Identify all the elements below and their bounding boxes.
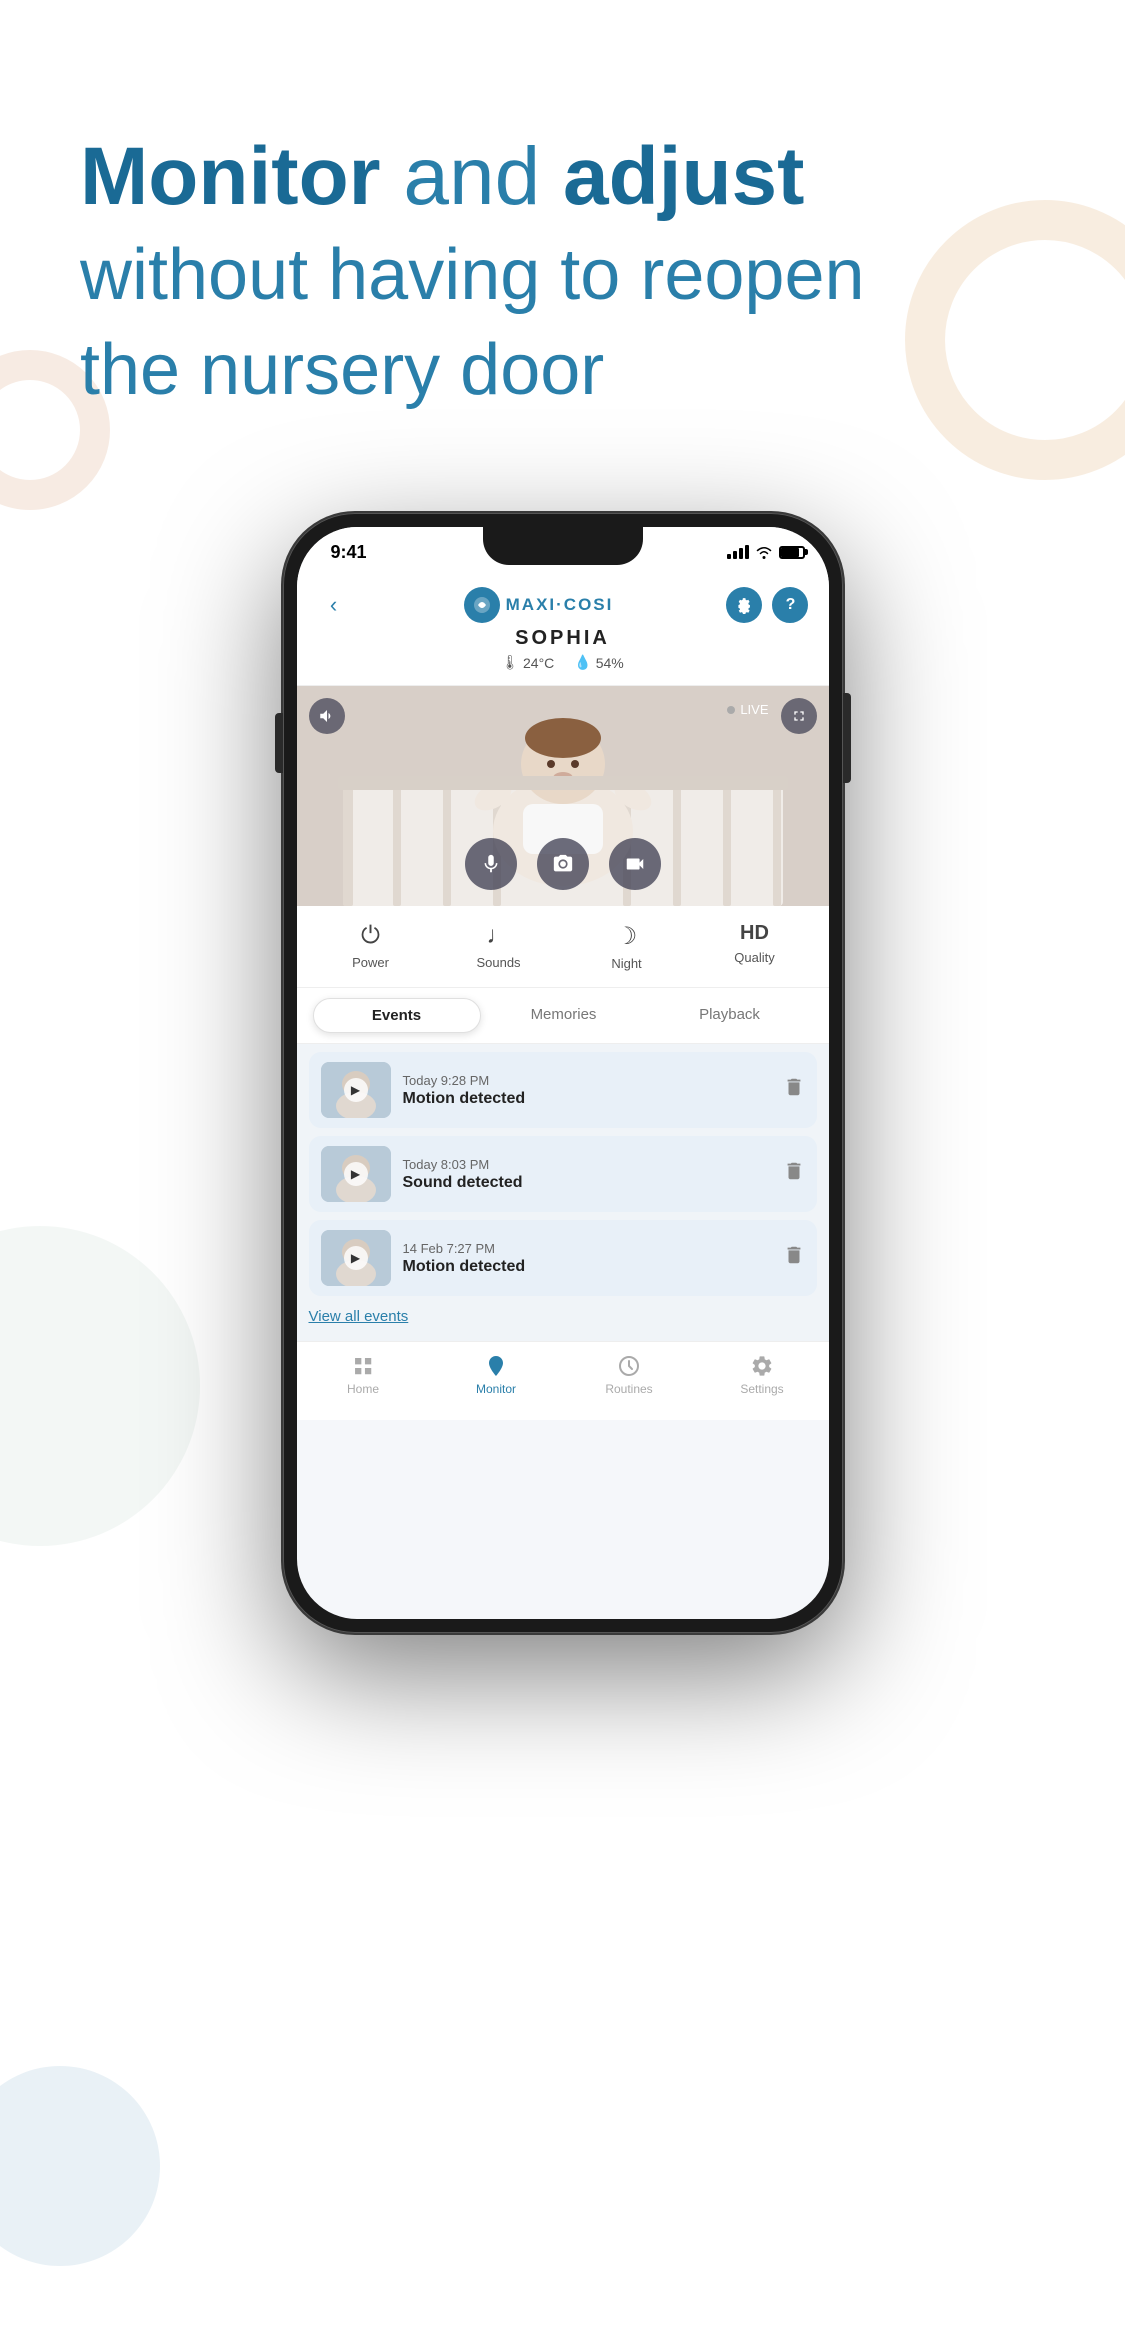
hero-bold-monitor: Monitor [80,131,381,222]
hero-bold-adjust: adjust [563,131,804,222]
hd-icon: HD [740,922,769,945]
settings-button[interactable] [726,587,762,623]
app-header: ‹ MAXI·COSI [297,577,829,686]
signal-icon [727,545,749,559]
feature-row: ⏻ Power ♩ Sounds ☽ Night HD Quality [297,906,829,988]
phone-notch [483,527,643,565]
header-top-row: ‹ MAXI·COSI [317,587,809,623]
brand-icon [464,587,500,623]
phone-device: 9:41 [283,513,843,1633]
phone-screen: 9:41 [297,527,829,1619]
help-icon: ? [786,596,796,614]
event-description: Motion detected [403,1090,771,1108]
event-time: 14 Feb 7:27 PM [403,1241,771,1256]
sounds-icon: ♩ [487,922,511,950]
event-item[interactable]: ▶ Today 8:03 PM Sound detected [309,1136,817,1212]
nav-monitor-label: Monitor [476,1382,516,1396]
nav-monitor[interactable]: Monitor [430,1354,563,1396]
hero-section: Monitor and adjust without having to reo… [0,0,1125,473]
nav-home[interactable]: Home [297,1354,430,1396]
live-indicator [727,706,735,714]
nav-settings-label: Settings [740,1382,783,1396]
device-stats: 🌡 24°C 💧 54% [501,654,624,671]
event-item[interactable]: ▶ 14 Feb 7:27 PM Motion detected [309,1220,817,1296]
events-list: ▶ Today 9:28 PM Motion detected [297,1044,829,1341]
temperature-value: 24°C [523,655,554,671]
device-name: SOPHIA [515,627,610,650]
status-time: 9:41 [331,542,367,563]
snapshot-button[interactable] [537,838,589,890]
event-item[interactable]: ▶ Today 9:28 PM Motion detected [309,1052,817,1128]
temperature-stat: 🌡 24°C [501,654,554,671]
delete-event-button[interactable] [783,1244,805,1272]
sounds-button[interactable]: ♩ Sounds [464,922,534,971]
event-thumbnail: ▶ [321,1062,391,1118]
power-label: Power [352,955,389,970]
play-icon: ▶ [344,1162,368,1186]
event-info: 14 Feb 7:27 PM Motion detected [403,1241,771,1276]
routines-icon [617,1354,641,1378]
settings-nav-icon [750,1354,774,1378]
event-thumbnail: ▶ [321,1230,391,1286]
hero-subtext-line2: without having to reopen [80,232,1045,318]
humidity-icon: 💧 [574,654,591,671]
event-info: Today 9:28 PM Motion detected [403,1073,771,1108]
night-button[interactable]: ☽ Night [592,922,662,971]
nav-home-label: Home [347,1382,379,1396]
quality-label: Quality [734,950,774,965]
back-button[interactable]: ‹ [317,588,351,622]
quality-button[interactable]: HD Quality [720,922,790,971]
event-info: Today 8:03 PM Sound detected [403,1157,771,1192]
event-description: Sound detected [403,1174,771,1192]
tab-bar: Events Memories Playback [297,988,829,1044]
monitor-icon [484,1354,508,1378]
night-label: Night [611,956,641,971]
status-icons [727,545,805,559]
tab-memories[interactable]: Memories [481,998,647,1033]
bottom-nav: Home Monitor Routines [297,1341,829,1420]
event-thumbnail: ▶ [321,1146,391,1202]
microphone-button[interactable] [465,838,517,890]
power-button[interactable]: ⏻ Power [336,922,406,971]
view-all-events-link[interactable]: View all events [309,1304,817,1333]
nav-settings[interactable]: Settings [696,1354,829,1396]
help-button[interactable]: ? [772,587,808,623]
camera-controls [465,838,661,890]
nav-routines[interactable]: Routines [563,1354,696,1396]
event-time: Today 9:28 PM [403,1073,771,1088]
tab-playback[interactable]: Playback [647,998,813,1033]
play-icon: ▶ [344,1246,368,1270]
event-time: Today 8:03 PM [403,1157,771,1172]
humidity-value: 54% [596,655,624,671]
delete-event-button[interactable] [783,1160,805,1188]
hero-and: and [381,131,563,222]
home-icon [351,1354,375,1378]
power-icon: ⏻ [361,922,380,950]
record-button[interactable] [609,838,661,890]
deco-circle-bottom-left [0,2066,160,2266]
tab-events[interactable]: Events [313,998,481,1033]
night-icon: ☽ [616,922,638,951]
play-icon: ▶ [344,1078,368,1102]
nav-routines-label: Routines [605,1382,652,1396]
fullscreen-button[interactable] [781,698,817,734]
hero-subtext-line3: the nursery door [80,327,1045,413]
hero-heading: Monitor and adjust [80,130,1045,224]
live-badge: LIVE [727,702,768,717]
live-text: LIVE [740,702,768,717]
event-description: Motion detected [403,1258,771,1276]
mute-button[interactable] [309,698,345,734]
phone-wrapper: 9:41 [0,513,1125,1633]
delete-event-button[interactable] [783,1076,805,1104]
thermometer-icon: 🌡 [501,654,519,671]
battery-icon [779,546,805,559]
camera-feed: LIVE [297,686,829,906]
brand-name: MAXI·COSI [506,595,614,615]
sounds-label: Sounds [476,955,520,970]
header-action-icons: ? [726,587,808,623]
wifi-icon [755,545,773,559]
brand-logo: MAXI·COSI [464,587,614,623]
humidity-stat: 💧 54% [574,654,623,671]
